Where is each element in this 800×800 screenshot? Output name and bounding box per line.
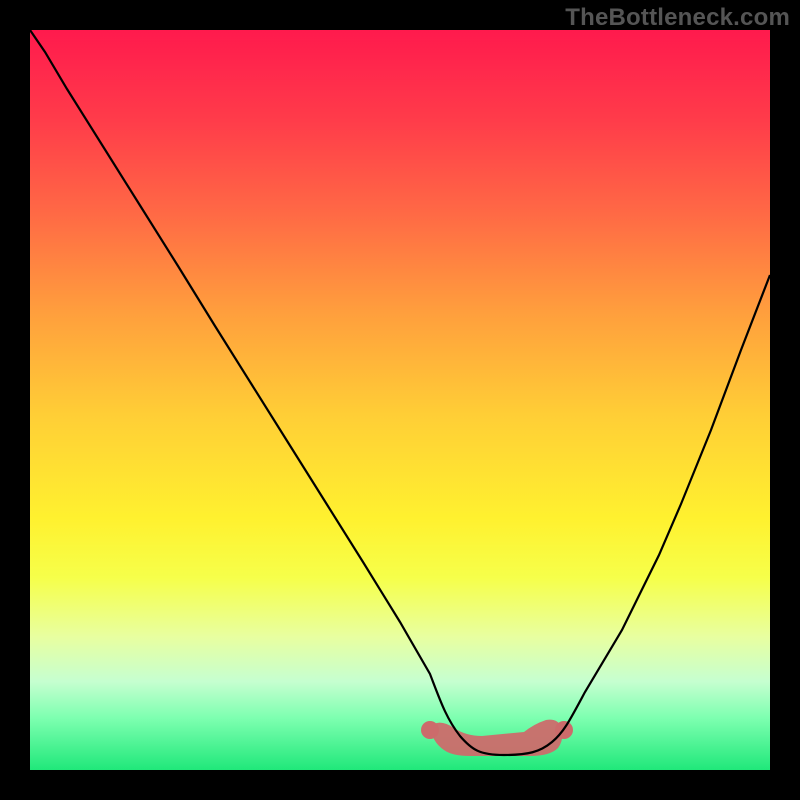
plot-area [30,30,770,770]
highlight-minimum [421,720,573,756]
chart-frame: TheBottleneck.com [0,0,800,800]
curve-svg [30,30,770,770]
watermark-text: TheBottleneck.com [565,4,790,32]
bottleneck-curve [30,30,770,755]
